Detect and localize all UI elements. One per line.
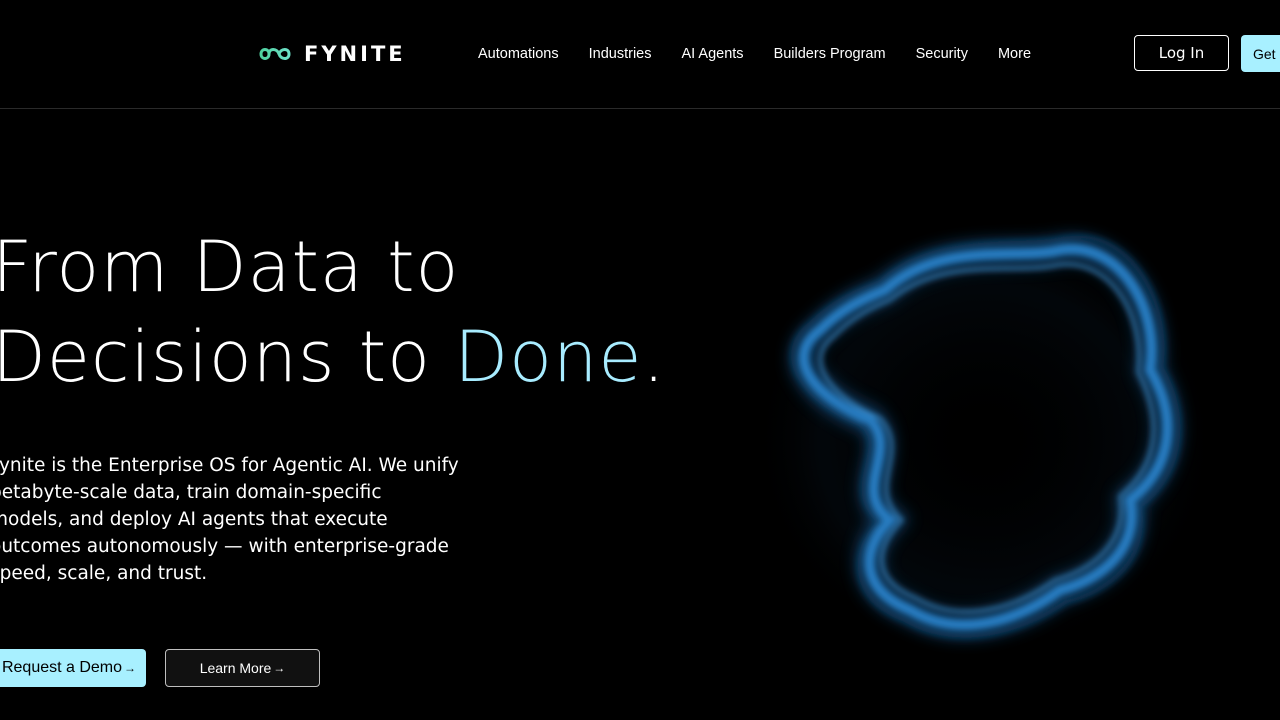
hero-title-line2-suffix: . <box>642 316 666 398</box>
hero-description: Fynite is the Enterprise OS for Agentic … <box>0 455 459 584</box>
learn-more-label: Learn More <box>199 660 272 676</box>
nav-item-builders-program[interactable]: Builders Program <box>774 44 886 64</box>
hero-ring-graphic <box>750 220 1220 660</box>
nav-item-industries[interactable]: Industries <box>589 44 652 64</box>
hero-title-accent: Done <box>454 316 643 398</box>
brand-name: FYNITE <box>304 42 406 66</box>
request-demo-label: Request a Demo <box>1 659 123 676</box>
hero-title-line1: From Data to <box>0 226 460 308</box>
nav-item-automations[interactable]: Automations <box>478 44 559 64</box>
nav-item-more[interactable]: More <box>998 44 1031 64</box>
hero-title-line2-prefix: Decisions to <box>0 316 455 398</box>
arrow-right-icon: → <box>124 661 137 675</box>
learn-more-button[interactable]: Learn More → <box>165 649 320 687</box>
main-nav: Automations Industries AI Agents Builder… <box>478 44 1061 64</box>
landing-page: FYNITE Automations Industries AI Agents … <box>0 0 1280 720</box>
arrow-right-icon: → <box>273 661 286 675</box>
request-demo-button[interactable]: Request a Demo → <box>0 649 146 687</box>
login-button[interactable]: Log In <box>1134 35 1229 71</box>
infinity-icon <box>259 48 291 60</box>
nav-item-security[interactable]: Security <box>916 44 968 64</box>
nav-item-ai-agents[interactable]: AI Agents <box>681 44 743 64</box>
get-started-button[interactable]: Get <box>1241 35 1280 72</box>
brand-logo[interactable]: FYNITE <box>258 40 406 68</box>
site-header: FYNITE Automations Industries AI Agents … <box>0 0 1280 109</box>
hero-title: From Data to Decisions to Done. <box>0 222 666 402</box>
